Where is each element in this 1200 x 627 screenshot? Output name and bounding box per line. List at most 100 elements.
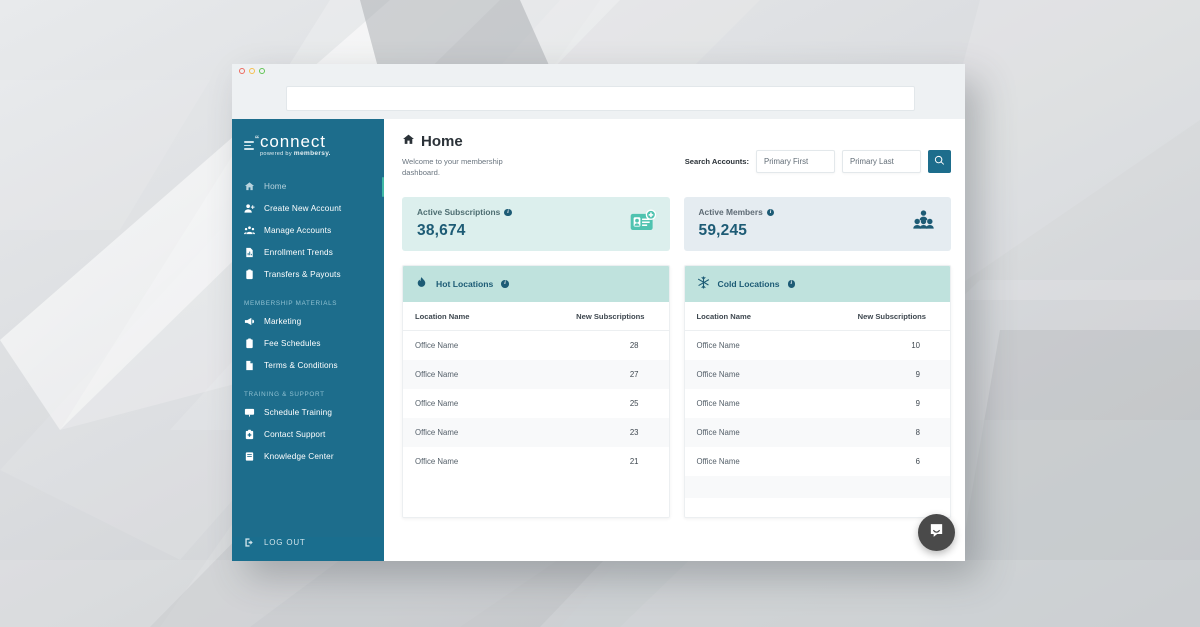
table-row[interactable]: Office Name 23 <box>403 417 669 447</box>
cell-new-subscriptions: 23 <box>629 427 639 437</box>
table-row[interactable]: Office Name 28 <box>403 330 669 360</box>
table-row[interactable]: Office Name 27 <box>403 359 669 389</box>
cell-location-name: Office Name <box>696 427 740 437</box>
logout-button[interactable]: LOG OUT <box>232 537 384 561</box>
table-header-row: Location Name New Subscriptions <box>684 301 950 331</box>
close-traffic-light[interactable] <box>239 67 245 74</box>
panel-hot-locations: Hot Locations i Location Name New Subscr… <box>402 264 670 518</box>
page-heading-block: Home Welcome to your membership dashboar… <box>402 133 532 179</box>
sidebar-item-transfers-payouts[interactable]: Transfers & Payouts <box>232 264 384 286</box>
page-title: Home <box>402 133 532 150</box>
cell-new-subscriptions: 28 <box>629 340 639 350</box>
search-label: Search Accounts: <box>684 157 749 166</box>
window-titlebar <box>232 64 965 77</box>
cell-location-name: Office Name <box>415 427 459 437</box>
home-icon <box>244 181 255 192</box>
snowflake-icon <box>697 276 710 291</box>
logout-label: LOG OUT <box>264 538 306 547</box>
sidebar-item-label: Knowledge Center <box>264 452 334 462</box>
panel-title: Hot Locations <box>436 278 494 289</box>
table-header-row: Location Name New Subscriptions <box>403 301 669 331</box>
sidebar-item-home[interactable]: Home <box>232 176 384 198</box>
stat-label-text: Active Members <box>698 207 763 218</box>
logo-wordmark: connect <box>255 133 331 150</box>
document-chart-icon <box>244 247 255 258</box>
sidebar-item-label: Terms & Conditions <box>264 361 338 371</box>
table-row[interactable]: Office Name 6 <box>685 447 951 476</box>
search-accounts-group: Search Accounts: Primary First Primary L… <box>685 133 951 173</box>
stat-cards: Active Subscriptions i 38,674 Active Mem… <box>402 196 951 251</box>
sidebar: connect powered by membersy. Home Create… <box>232 119 384 561</box>
column-header-location-name: Location Name <box>403 301 517 331</box>
app-body: connect powered by membersy. Home Create… <box>232 119 965 561</box>
search-first-name-input[interactable]: Primary First <box>756 150 835 173</box>
info-icon[interactable]: i <box>504 208 512 217</box>
column-header-new-subscriptions: New Subscriptions <box>516 301 669 331</box>
chat-widget-button[interactable] <box>918 514 955 551</box>
cell-new-subscriptions: 9 <box>915 369 920 379</box>
chat-bubble-icon <box>928 522 945 544</box>
book-icon <box>244 451 255 462</box>
sidebar-item-manage-accounts[interactable]: Manage Accounts <box>232 220 384 242</box>
sidebar-item-contact-support[interactable]: Contact Support <box>232 424 384 446</box>
sidebar-navigation: Home Create New Account Manage Accounts … <box>232 170 384 537</box>
hamburger-icon[interactable] <box>244 140 254 150</box>
panel-filler <box>403 475 669 517</box>
search-submit-button[interactable] <box>928 150 951 173</box>
cell-new-subscriptions: 27 <box>629 369 639 379</box>
sidebar-item-schedule-training[interactable]: Schedule Training <box>232 402 384 424</box>
table-row[interactable]: Office Name 8 <box>684 417 950 447</box>
cell-new-subscriptions: 10 <box>911 340 920 350</box>
info-icon[interactable]: i <box>501 280 509 288</box>
home-icon <box>402 133 415 150</box>
cell-new-subscriptions: 6 <box>915 456 920 466</box>
logout-zone: LOG OUT <box>232 537 384 561</box>
info-icon[interactable]: i <box>766 208 775 217</box>
flame-icon <box>415 276 428 291</box>
sidebar-item-enrollment-trends[interactable]: Enrollment Trends <box>232 242 384 264</box>
clipboard-icon <box>244 269 255 280</box>
sidebar-section-training-support: TRAINING & SUPPORT <box>244 390 325 398</box>
table-row[interactable]: Office Name 10 <box>685 330 951 360</box>
maximize-traffic-light[interactable] <box>259 67 265 74</box>
sidebar-item-terms-conditions[interactable]: Terms & Conditions <box>232 355 384 377</box>
app-logo[interactable]: connect powered by membersy. <box>232 119 384 170</box>
cell-location-name: Office Name <box>415 369 459 379</box>
sidebar-item-knowledge-center[interactable]: Knowledge Center <box>232 446 384 468</box>
table-row[interactable]: Office Name 9 <box>684 359 950 389</box>
cold-locations-table: Location Name New Subscriptions Office N… <box>684 301 951 476</box>
address-bar-input[interactable] <box>286 85 915 111</box>
sidebar-item-fee-schedules[interactable]: Fee Schedules <box>232 333 384 355</box>
id-card-plus-icon <box>629 208 656 240</box>
table-row[interactable]: Office Name 21 <box>403 447 669 476</box>
cell-location-name: Office Name <box>415 456 459 466</box>
panel-header: Cold Locations i <box>684 265 950 302</box>
clipboard-icon <box>244 338 255 349</box>
search-last-name-input[interactable]: Primary Last <box>842 150 921 173</box>
support-badge-icon <box>244 429 255 440</box>
presentation-icon <box>244 407 255 418</box>
sidebar-item-marketing[interactable]: Marketing <box>232 311 384 333</box>
info-icon[interactable]: i <box>787 280 796 288</box>
cell-new-subscriptions: 25 <box>629 398 639 408</box>
megaphone-icon <box>244 316 255 327</box>
minimize-traffic-light[interactable] <box>249 67 255 74</box>
stat-label-text: Active Subscriptions <box>417 207 501 218</box>
stat-value: 59,245 <box>698 222 748 240</box>
people-group-icon <box>910 208 937 240</box>
hot-locations-table: Location Name New Subscriptions Office N… <box>403 301 669 476</box>
cell-location-name: Office Name <box>696 340 740 350</box>
table-row[interactable]: Office Name 25 <box>403 389 669 418</box>
table-row[interactable]: Office Name 9 <box>685 389 951 418</box>
sidebar-item-label: Create New Account <box>264 204 342 214</box>
sidebar-item-label: Home <box>264 182 287 192</box>
logo-tagline: powered by membersy. <box>260 150 331 158</box>
sidebar-item-label: Fee Schedules <box>264 339 321 349</box>
stat-card-active-subscriptions: Active Subscriptions i 38,674 <box>402 196 670 251</box>
stat-label: Active Subscriptions i <box>417 207 512 217</box>
sidebar-item-create-new-account[interactable]: Create New Account <box>232 198 384 220</box>
content-header: Home Welcome to your membership dashboar… <box>402 133 951 179</box>
stat-card-active-members: Active Members i 59,245 <box>683 196 951 251</box>
cell-location-name: Office Name <box>415 398 459 408</box>
sidebar-item-label: Enrollment Trends <box>264 248 333 258</box>
